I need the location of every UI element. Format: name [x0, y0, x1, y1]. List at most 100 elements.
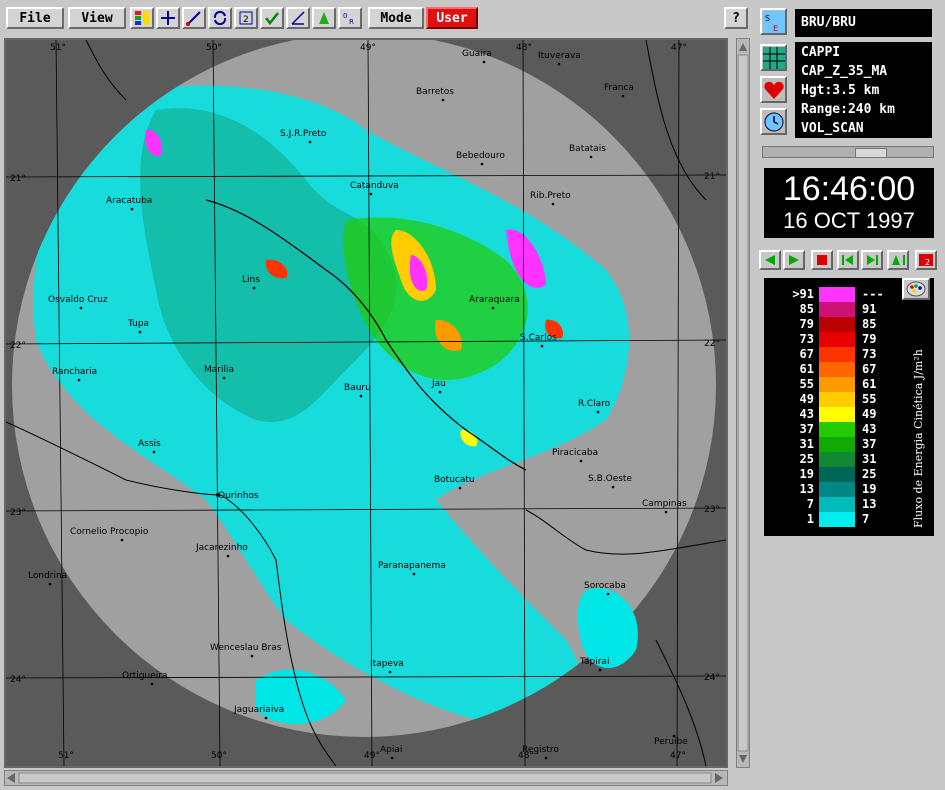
slider-thumb[interactable]: [855, 148, 887, 158]
play-back-button[interactable]: [759, 250, 781, 270]
measure-button[interactable]: [286, 7, 310, 29]
legend-high-value: 7: [862, 512, 870, 526]
ruler-button[interactable]: [182, 7, 206, 29]
city-label: Tapirai: [579, 657, 609, 667]
crosshair-icon: [161, 11, 175, 25]
refresh-button[interactable]: [208, 7, 232, 29]
lat-label: 23°: [704, 505, 720, 515]
product-code: CAP_Z_35_MA: [801, 64, 888, 79]
legend-swatch: [819, 467, 855, 482]
dual-view-button[interactable]: 2: [915, 250, 937, 270]
city-label: S.B.Oeste: [588, 474, 632, 484]
legend-low-value: 43: [799, 407, 814, 421]
lat-label: 21°: [10, 174, 26, 184]
site-select-button[interactable]: SE: [760, 8, 787, 35]
city-label: Ortigueira: [122, 671, 167, 681]
range-value: Range:240 km: [801, 102, 895, 117]
file-menu-button[interactable]: File: [6, 7, 64, 29]
legend-swatch: [819, 377, 855, 392]
scroll-arrows: [7, 772, 723, 784]
rain-button[interactable]: [312, 7, 336, 29]
mode-menu-button[interactable]: Mode: [368, 7, 424, 29]
time-slider[interactable]: [762, 146, 934, 158]
legend-high-value: 37: [862, 437, 877, 451]
health-button[interactable]: [760, 76, 787, 103]
city-label: Cornelio Procopio: [70, 527, 149, 537]
lon-label: 48°: [516, 43, 532, 53]
legend-high-value: 55: [862, 392, 877, 406]
play-forward-button[interactable]: [783, 250, 805, 270]
product-name: CAPPI: [801, 45, 841, 60]
lon-label: 50°: [211, 751, 227, 761]
rain-icon: [319, 12, 329, 24]
legend-swatch: [819, 287, 855, 302]
city-label: Jacarezinho: [195, 543, 248, 553]
city-label: Guaira: [462, 49, 492, 59]
clock-button[interactable]: [760, 108, 787, 135]
user-button[interactable]: User: [426, 7, 478, 29]
legend-swatch: [819, 422, 855, 437]
play-forward-icon: [789, 255, 799, 265]
loop-icon: [892, 255, 905, 265]
city-label: Lins: [242, 275, 260, 285]
svg-text:2: 2: [925, 258, 930, 266]
crosshair-button[interactable]: [156, 7, 180, 29]
radar-map-view[interactable]: 51° 50° 49° 48° 47° 51° 50° 49° 48° 47° …: [4, 38, 728, 768]
lat-label: 24°: [10, 675, 26, 685]
legend-swatch: [819, 317, 855, 332]
svg-text:0: 0: [343, 12, 347, 20]
timestamp-display: 16:46:00 16 OCT 1997: [764, 168, 934, 238]
ruler-icon: [186, 11, 201, 26]
radar-map-canvas[interactable]: 51° 50° 49° 48° 47° 51° 50° 49° 48° 47° …: [6, 40, 726, 766]
legend-high-value: 49: [862, 407, 877, 421]
legend-swatch: [819, 407, 855, 422]
city-label: S.J.R.Preto: [280, 129, 327, 139]
last-frame-button[interactable]: [861, 250, 883, 270]
stop-button[interactable]: [811, 250, 833, 270]
height-value: Hgt:3.5 km: [801, 83, 880, 98]
view-menu-button[interactable]: View: [68, 7, 126, 29]
city-label: R.Claro: [578, 399, 611, 409]
city-label: Botucatu: [434, 475, 475, 485]
check-icon: [265, 12, 279, 26]
horizontal-scrollbar[interactable]: [4, 770, 728, 786]
legend-high-value: 43: [862, 422, 877, 436]
legend-swatch: [819, 437, 855, 452]
city-label: Barretos: [416, 87, 454, 97]
help-button[interactable]: ?: [724, 7, 748, 29]
loop-button[interactable]: [887, 250, 909, 270]
legend-low-value: >91: [792, 287, 814, 301]
product-grid-button[interactable]: [760, 44, 787, 71]
palette-button[interactable]: [902, 278, 930, 300]
product-info-box: CAPPI CAP_Z_35_MA Hgt:3.5 km Range:240 k…: [795, 42, 932, 138]
lat-label: 23°: [10, 508, 26, 518]
legend-high-value: 61: [862, 377, 877, 391]
city-label: Paranapanema: [378, 561, 446, 571]
lon-label: 47°: [671, 43, 687, 53]
vertical-scrollbar[interactable]: [736, 38, 750, 768]
lon-label: 47°: [670, 751, 686, 761]
grid-icon: [762, 46, 785, 69]
city-label: Registro: [522, 745, 559, 755]
legend-swatch: [819, 482, 855, 497]
first-frame-button[interactable]: [837, 250, 859, 270]
city-label: Araraquara: [469, 295, 520, 305]
lat-label: 22°: [10, 341, 26, 351]
color-legend: >91 --- 85 91 79 85 73 79 67 73 61 67 55 61 49 55 43 49 37…: [764, 278, 934, 536]
city-label: Osvaldo Cruz: [48, 295, 108, 305]
legend-high-value: 85: [862, 317, 877, 331]
city-label: Itapeva: [370, 659, 404, 669]
zoom-button[interactable]: 2: [234, 7, 258, 29]
legend-swatch: [819, 392, 855, 407]
legend-high-value: 91: [862, 302, 877, 316]
options-button[interactable]: 0R: [338, 7, 362, 29]
legend-low-value: 49: [799, 392, 814, 406]
legend-swatch: [819, 347, 855, 362]
scan-type: VOL_SCAN: [801, 121, 864, 136]
legend-low-value: 67: [799, 347, 814, 361]
legend-swatch: [819, 452, 855, 467]
check-button[interactable]: [260, 7, 284, 29]
layers-button[interactable]: [130, 7, 154, 29]
lon-label: 49°: [360, 43, 376, 53]
clock-icon: [764, 112, 783, 131]
